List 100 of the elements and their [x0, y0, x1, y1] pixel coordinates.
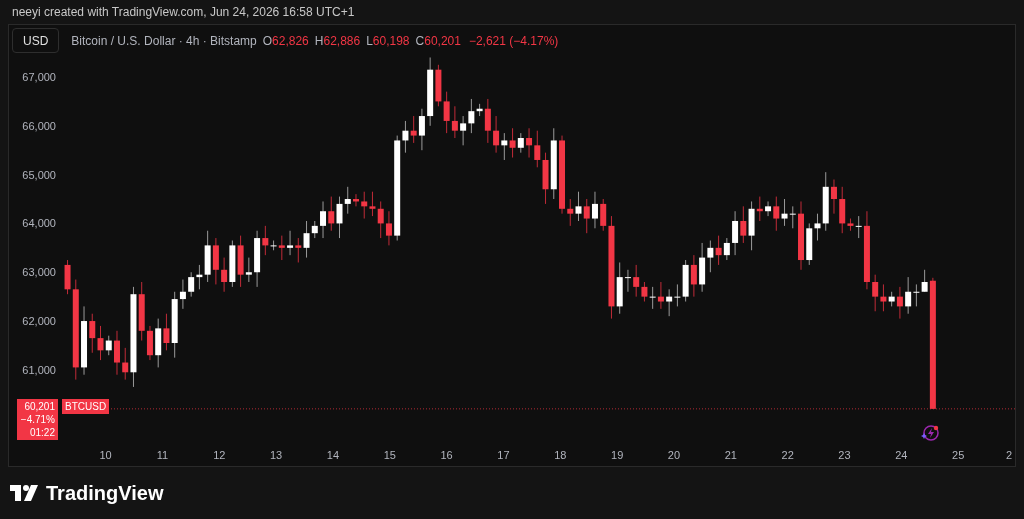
- y-axis-label: 66,000: [22, 119, 56, 132]
- y-axis-label: 61,000: [22, 363, 56, 376]
- candlestick: [295, 237, 302, 263]
- x-axis-label: 19: [611, 449, 624, 461]
- symbol-description: Bitcoin / U.S. Dollar · 4h · Bitstamp: [71, 32, 257, 50]
- candlestick: [896, 286, 903, 320]
- candlestick: [517, 132, 524, 154]
- x-axis-label: 10: [99, 449, 112, 461]
- candlestick: [361, 191, 368, 220]
- candlestick: [723, 237, 730, 261]
- x-axis-label: 11: [156, 449, 169, 461]
- candlestick: [765, 200, 772, 217]
- ohlc-value: L60,198: [366, 32, 410, 50]
- candlestick: [385, 210, 392, 246]
- y-axis-label: 62,000: [22, 315, 56, 328]
- candlestick: [880, 283, 887, 312]
- x-axis-label: 25: [952, 449, 965, 461]
- candlestick: [287, 230, 294, 256]
- candlestick: [89, 313, 96, 354]
- lightning-icon[interactable]: [921, 425, 939, 441]
- x-axis-label: 22: [781, 449, 794, 461]
- candlestick: [402, 120, 409, 154]
- candlestick: [855, 215, 862, 239]
- candlestick: [707, 240, 714, 273]
- x-axis-label: 17: [497, 449, 510, 461]
- candlestick: [501, 132, 508, 161]
- candlestick: [493, 115, 500, 154]
- candlestick: [921, 269, 928, 293]
- x-axis-label: 24: [895, 449, 908, 461]
- candlestick: [657, 281, 664, 310]
- candlestick: [262, 225, 269, 256]
- candlestick: [221, 257, 228, 293]
- y-axis-label: 64,000: [22, 217, 56, 230]
- candlestick: [773, 196, 780, 232]
- x-axis-label: 16: [440, 449, 453, 461]
- ohlc-value: O62,826: [262, 32, 309, 50]
- x-axis-label: 21: [724, 449, 737, 461]
- candlestick: [451, 105, 458, 139]
- x-axis-label: 12: [213, 449, 226, 461]
- x-axis-label: 2: [1005, 449, 1013, 461]
- candlestick: [715, 235, 722, 266]
- attribution-text: neeyi created with TradingView.com, Jun 24, 2026 16:58 UTC+1: [12, 4, 355, 21]
- candlestick: [666, 288, 673, 317]
- price-value: 60,201: [24, 400, 55, 413]
- candlestick: [526, 127, 533, 159]
- y-axis-label: 67,000: [22, 71, 56, 83]
- symbol-tag: BTCUSD: [62, 399, 110, 414]
- candlestick: [591, 191, 598, 229]
- y-axis-label: 63,000: [22, 266, 56, 279]
- candlestick: [97, 325, 104, 361]
- logo-icon: [10, 485, 40, 501]
- candlestick: [303, 220, 310, 259]
- bar-countdown: 01:22: [29, 426, 55, 439]
- candlestick: [690, 254, 697, 298]
- candlestick: [649, 286, 656, 310]
- ohlc-value: C60,201: [415, 32, 461, 50]
- y-axis-label: 65,000: [22, 168, 56, 181]
- candlestick: [369, 191, 376, 217]
- candlestick: [278, 235, 285, 261]
- candlestick: [188, 271, 195, 298]
- currency-button[interactable]: USD: [12, 28, 60, 53]
- candlestick: [674, 283, 681, 307]
- candlestick: [377, 200, 384, 239]
- candlestick: [443, 91, 450, 134]
- candlestick: [600, 198, 607, 232]
- x-axis-label: 23: [838, 449, 851, 461]
- candlestick: [410, 115, 417, 144]
- candlestick: [468, 98, 475, 134]
- price-change-percent: −4.71%: [20, 413, 55, 426]
- candlestick: [567, 198, 574, 227]
- candlestick: [122, 347, 129, 381]
- candlestick: [872, 274, 879, 312]
- candlestick: [913, 283, 920, 307]
- candlestick: [789, 205, 796, 229]
- candlestick: [245, 257, 252, 283]
- candlestick: [163, 313, 170, 351]
- candlestick: [179, 279, 186, 310]
- candlestick: [105, 335, 112, 356]
- candlestick: [328, 196, 335, 232]
- candlestick: [732, 210, 739, 256]
- candlestick: [484, 98, 491, 144]
- x-axis-label: 20: [667, 449, 681, 461]
- candlestick: [336, 196, 343, 239]
- x-axis-label: 15: [383, 449, 396, 461]
- candlestick: [344, 186, 351, 215]
- candlestick: [905, 276, 912, 315]
- candlestick: [320, 200, 327, 239]
- ohlc-value: H62,886: [314, 32, 361, 50]
- candlestick: [575, 191, 582, 222]
- x-axis-label: 14: [326, 449, 340, 461]
- candlestick: [633, 264, 640, 298]
- candlestick: [460, 115, 467, 146]
- candlestick: [830, 179, 837, 215]
- candlestick: [509, 127, 516, 159]
- candlestick: [418, 108, 425, 151]
- x-axis-label: 13: [270, 449, 283, 461]
- price-change: −2,621 (−4.17%): [468, 32, 559, 50]
- x-axis-label: 18: [554, 449, 567, 461]
- candlestick: [534, 130, 541, 168]
- candlestick: [624, 269, 631, 293]
